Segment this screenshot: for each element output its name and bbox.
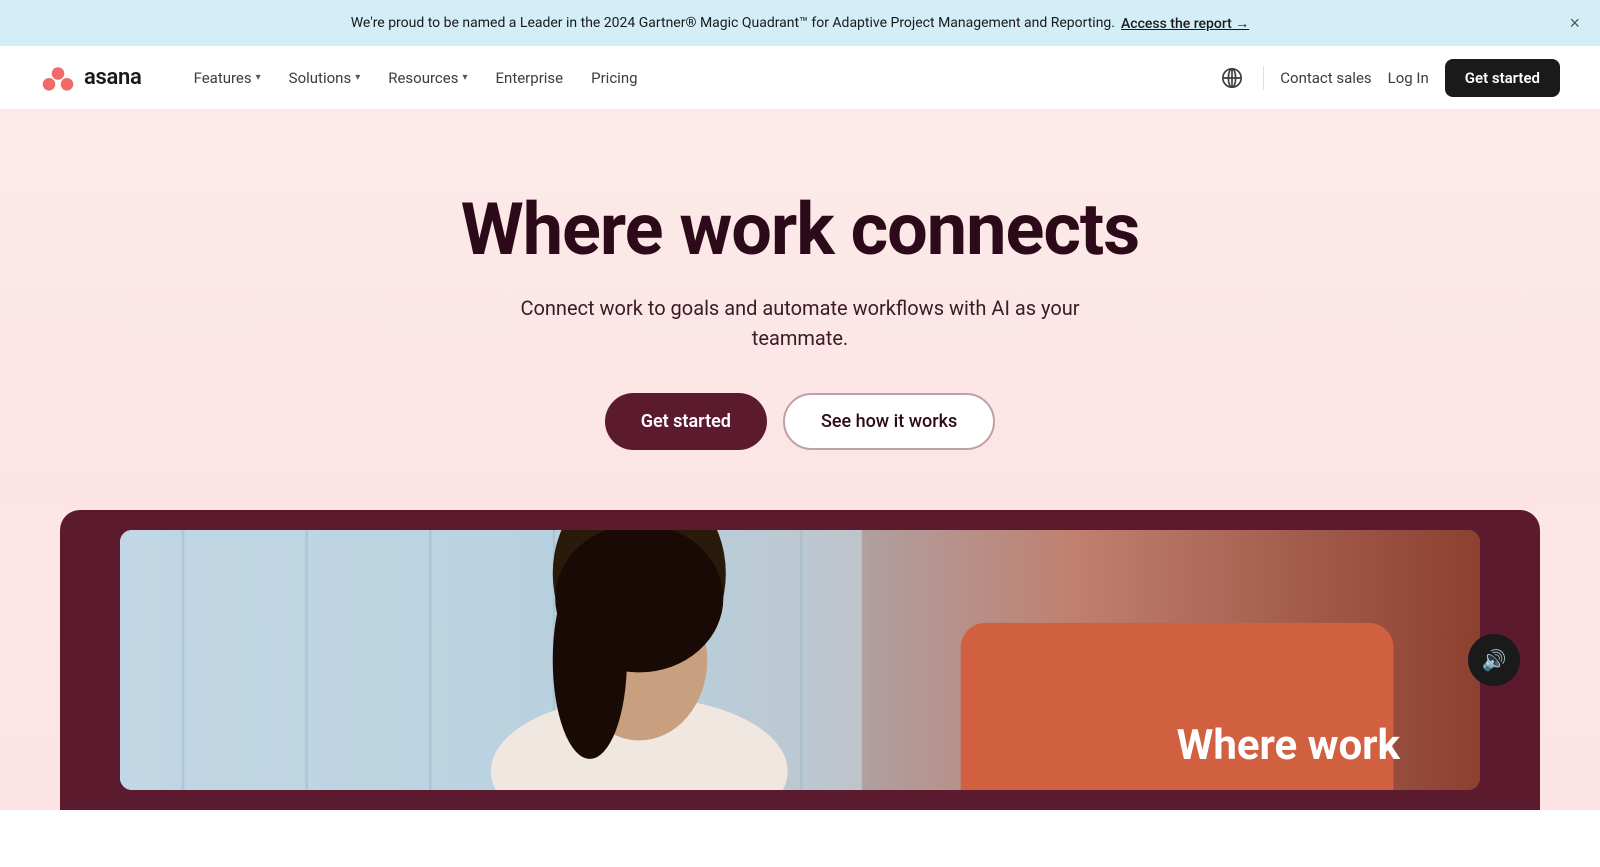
- nav-right-section: Contact sales Log In Get started: [1217, 59, 1560, 97]
- hero-title: Where work connects: [461, 190, 1140, 269]
- language-selector-button[interactable]: [1217, 63, 1247, 93]
- hero-section: Where work connects Connect work to goal…: [0, 110, 1600, 810]
- mute-button[interactable]: 🔊: [1468, 634, 1520, 686]
- mute-icon: 🔊: [1482, 648, 1507, 673]
- resources-chevron-icon: ▾: [462, 72, 467, 83]
- asana-logo-icon: [40, 64, 76, 92]
- nav-divider: [1263, 66, 1264, 90]
- hero-cta-buttons: Get started See how it works: [605, 393, 996, 450]
- globe-icon: [1221, 67, 1243, 89]
- nav-resources[interactable]: Resources ▾: [376, 61, 479, 95]
- features-chevron-icon: ▾: [256, 72, 261, 83]
- nav-features[interactable]: Features ▾: [182, 61, 273, 95]
- nav-enterprise[interactable]: Enterprise: [484, 61, 576, 95]
- video-overlay-text: Where work: [1177, 721, 1400, 770]
- solutions-chevron-icon: ▾: [355, 72, 360, 83]
- video-section: Where work 🔊: [60, 510, 1540, 810]
- get-started-nav-button[interactable]: Get started: [1445, 59, 1560, 97]
- hero-get-started-button[interactable]: Get started: [605, 393, 767, 450]
- main-navigation: asana Features ▾ Solutions ▾ Resources ▾…: [0, 46, 1600, 110]
- video-thumbnail: Where work: [120, 530, 1480, 790]
- banner-close-button[interactable]: ×: [1569, 14, 1580, 32]
- video-player: Where work: [120, 530, 1480, 790]
- banner-text: We're proud to be named a Leader in the …: [351, 15, 1115, 31]
- hero-see-how-button[interactable]: See how it works: [783, 393, 995, 450]
- hero-subtitle: Connect work to goals and automate workf…: [500, 293, 1100, 353]
- logo-link[interactable]: asana: [40, 64, 142, 92]
- nav-pricing[interactable]: Pricing: [579, 61, 649, 95]
- banner-link[interactable]: Access the report →: [1121, 15, 1249, 32]
- nav-items: Features ▾ Solutions ▾ Resources ▾ Enter…: [182, 61, 1218, 95]
- contact-sales-button[interactable]: Contact sales: [1280, 69, 1371, 87]
- hero-content: Where work connects Connect work to goal…: [0, 110, 1600, 510]
- announcement-banner: We're proud to be named a Leader in the …: [0, 0, 1600, 46]
- login-button[interactable]: Log In: [1388, 69, 1429, 87]
- nav-solutions[interactable]: Solutions ▾: [277, 61, 373, 95]
- logo-text: asana: [84, 65, 142, 90]
- logo-svg: [40, 64, 76, 92]
